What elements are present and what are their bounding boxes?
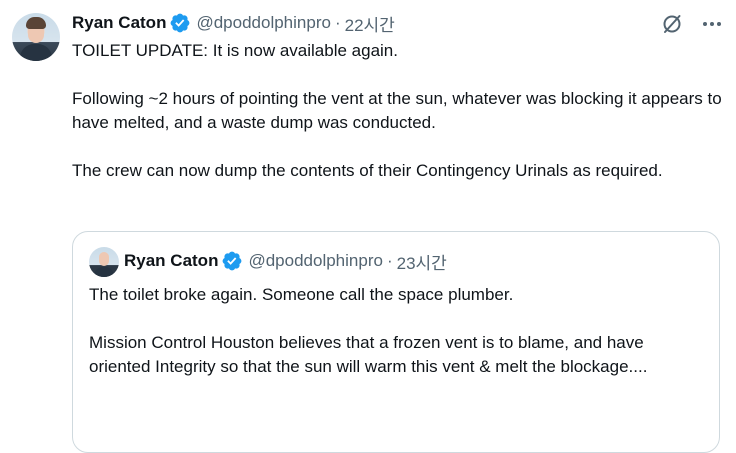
author-avatar[interactable] bbox=[12, 13, 60, 61]
tweet-paragraph: TOILET UPDATE: It is now available again… bbox=[72, 41, 398, 60]
avatar-face bbox=[99, 252, 109, 266]
tweet[interactable]: Ryan Caton @dpoddolphinpro · 22시간 TOILET… bbox=[0, 0, 736, 453]
timestamp[interactable]: 22시간 bbox=[345, 11, 395, 36]
quoted-paragraph: Mission Control Houston believes that a … bbox=[89, 333, 648, 376]
author-handle[interactable]: @dpoddolphinpro bbox=[196, 13, 330, 33]
quoted-paragraph: The toilet broke again. Someone call the… bbox=[89, 285, 514, 304]
quoted-author-avatar[interactable] bbox=[89, 247, 119, 277]
tweet-paragraph: The crew can now dump the contents of th… bbox=[72, 161, 663, 180]
separator-dot: · bbox=[334, 13, 341, 32]
quoted-tweet-header: Ryan Caton @dpoddolphinpro · 23시간 bbox=[124, 249, 447, 273]
tweet-actions bbox=[660, 12, 724, 36]
separator-dot: · bbox=[386, 251, 393, 270]
avatar-body bbox=[20, 44, 52, 61]
verified-badge-icon[interactable] bbox=[169, 12, 191, 34]
quoted-author-name[interactable]: Ryan Caton bbox=[124, 251, 218, 271]
tweet-header: Ryan Caton @dpoddolphinpro · 22시간 bbox=[72, 11, 395, 35]
tweet-paragraph: Following ~2 hours of pointing the vent … bbox=[72, 89, 722, 132]
avatar-hair bbox=[26, 17, 46, 29]
quoted-tweet-body: The toilet broke again. Someone call the… bbox=[89, 283, 701, 403]
quoted-author-handle[interactable]: @dpoddolphinpro bbox=[248, 251, 382, 271]
quoted-timestamp[interactable]: 23시간 bbox=[397, 249, 447, 274]
more-icon[interactable] bbox=[700, 12, 724, 36]
author-name[interactable]: Ryan Caton bbox=[72, 13, 166, 33]
verified-badge-icon[interactable] bbox=[221, 250, 243, 272]
tweet-body: TOILET UPDATE: It is now available again… bbox=[72, 39, 724, 207]
avatar-body bbox=[94, 267, 114, 277]
grok-icon[interactable] bbox=[660, 12, 684, 36]
quoted-tweet[interactable]: Ryan Caton @dpoddolphinpro · 23시간 The to… bbox=[72, 231, 720, 453]
